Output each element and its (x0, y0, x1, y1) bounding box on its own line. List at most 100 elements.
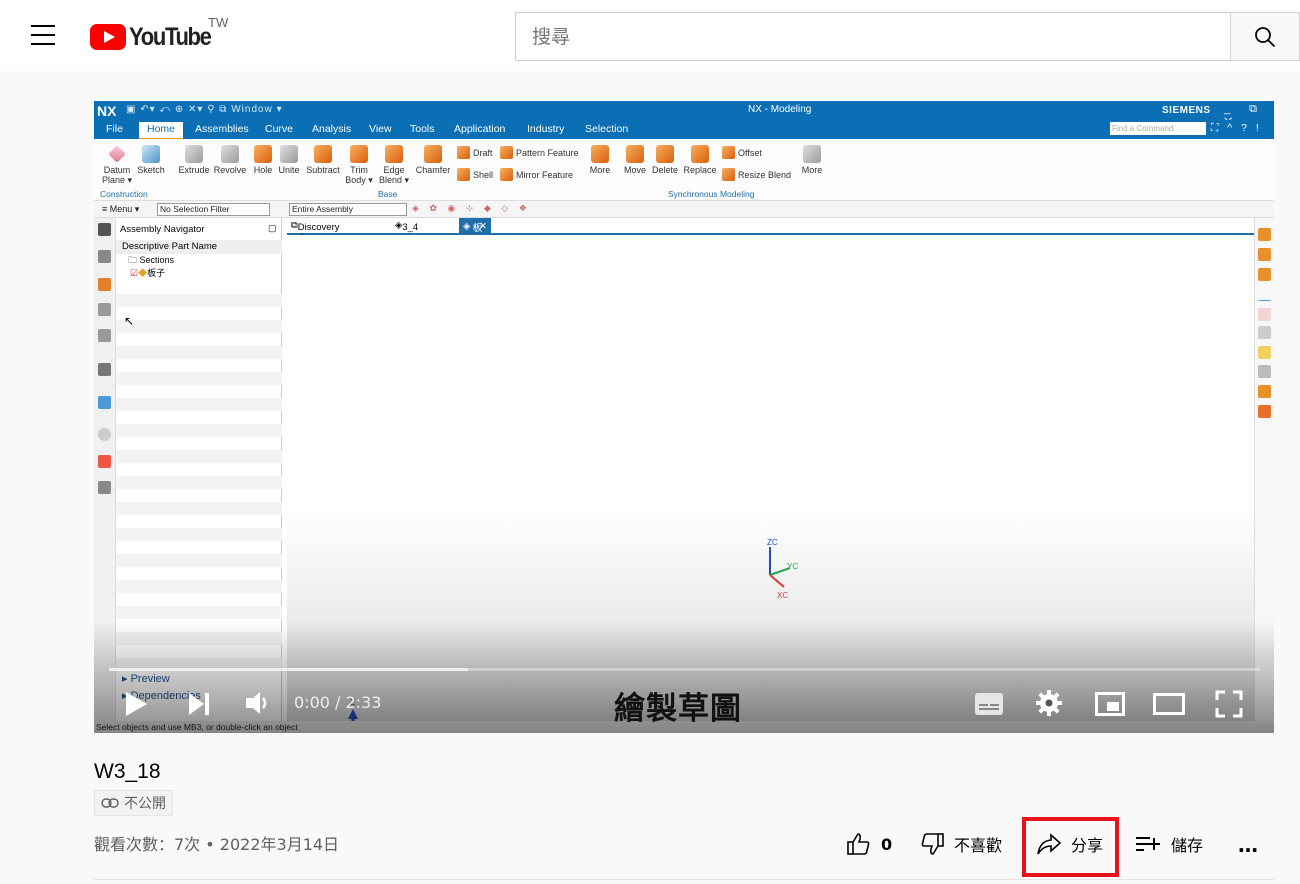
nx-sketch: Sketch (136, 143, 166, 175)
wcs-triad-icon: ZC YC XC Z Y (348, 538, 798, 728)
more-icon (591, 145, 609, 163)
youtube-logo[interactable]: YouTube TW (90, 15, 228, 52)
nx-delete: Delete (650, 143, 680, 175)
search-input[interactable] (516, 13, 1231, 60)
history-icon (98, 428, 111, 441)
zoom-icon (1258, 248, 1271, 261)
nx-tab: View (369, 123, 392, 135)
settings-button[interactable] (1035, 689, 1063, 722)
mirror-feature-icon (500, 168, 513, 181)
label: 板子 (147, 268, 166, 278)
nx-title-bar: NX ▣ ↶▾ ⤺ ⊕ ✕▾ ⚲ ⧉ Window ▾ NX - Modelin… (94, 101, 1274, 128)
next-icon (189, 693, 209, 715)
search-icon (1255, 26, 1276, 47)
nx-tab: Assemblies (195, 123, 249, 135)
nx-tab: Industry (527, 123, 565, 135)
nx-draft: Draft (457, 146, 493, 159)
delete-face-icon (656, 145, 674, 163)
nx-resize-blend: Resize Blend (722, 168, 791, 181)
draft-icon (457, 146, 470, 159)
maximize-icon: ▢ (268, 223, 277, 233)
like-button[interactable]: 0 (846, 831, 892, 857)
part-navigator-icon (98, 250, 111, 263)
nx-help-icon: ⛶ ^ ? ! (1211, 122, 1262, 134)
fullscreen-button[interactable] (1215, 690, 1243, 723)
trim-body-icon (350, 145, 368, 163)
navigator-column-header: Descriptive Part Name (116, 240, 282, 254)
nx-tab: File (106, 123, 123, 135)
stripe (116, 528, 282, 541)
web-browser-icon (98, 396, 111, 409)
share-highlight-box (1022, 817, 1119, 877)
search-button[interactable] (1230, 12, 1300, 61)
hamburger-menu-icon[interactable] (31, 25, 59, 47)
nx-revolve: Revolve (213, 143, 247, 175)
stripe (116, 372, 282, 385)
label: Delete (651, 165, 678, 175)
nx-assembly-scope: Entire Assembly (289, 203, 407, 216)
label: Hole (253, 165, 273, 175)
nx-replace: Replace (682, 143, 718, 175)
label: Menu ▾ (109, 204, 140, 214)
nx-selection-filter: No Selection Filter (157, 203, 270, 216)
stripe (116, 606, 282, 619)
playlist-add-icon (1136, 837, 1160, 851)
gear-icon (98, 223, 111, 236)
nx-menu-button: ≡ Menu ▾ (102, 204, 140, 214)
nx-chamfer: Chamfer (414, 143, 452, 175)
navigator-row-part: ☑◆板子 (116, 267, 282, 280)
nx-tab: Curve (265, 123, 294, 135)
nx-mirror-feature: Mirror Feature (500, 168, 573, 181)
tab-discovery-center: ⧉ Discovery Center (291, 220, 340, 244)
progress-bar[interactable] (109, 668, 1260, 671)
pattern-feature-icon (500, 146, 513, 159)
chapter-title: 繪製草圖 (614, 691, 742, 727)
label: Datum Plane ▾ (101, 165, 133, 185)
view-cube-icon (1258, 365, 1271, 378)
theater-mode-button[interactable] (1153, 693, 1185, 720)
dislike-label: 不喜歡 (954, 836, 1003, 855)
group-base: Base (378, 189, 398, 199)
navigator-header: Assembly Navigator (120, 224, 205, 235)
youtube-play-icon (90, 24, 126, 50)
label: Extrude (178, 165, 210, 175)
more-actions-button[interactable]: … (1238, 833, 1258, 857)
nx-quick-access: ▣ ↶▾ ⤺ ⊕ ✕▾ ⚲ ⧉ Window ▾ (126, 104, 283, 115)
nx-filter-bar: ≡ Menu ▾ No Selection Filter Entire Asse… (94, 201, 1274, 218)
render-style-icon (1258, 346, 1271, 359)
gear-icon (1036, 690, 1062, 716)
link-icon (101, 798, 119, 808)
nx-hole: Hole (251, 143, 275, 175)
extrude-icon (185, 145, 203, 163)
nx-ribbon: Datum Plane ▾ Sketch Extrude Revolve Hol… (94, 139, 1274, 201)
like-count: 0 (881, 834, 893, 854)
play-button[interactable] (124, 691, 148, 722)
unite-icon (280, 145, 298, 163)
axis-zc: ZC (767, 538, 778, 547)
shell-icon (457, 168, 470, 181)
nx-tab: Tools (410, 123, 435, 135)
more-icon (803, 145, 821, 163)
stripe (116, 346, 282, 359)
stripe (116, 502, 282, 515)
label: Chamfer (415, 165, 451, 175)
miniplayer-button[interactable] (1095, 691, 1125, 722)
time-display: 0:00 / 2:33 (294, 693, 381, 712)
save-button[interactable]: 儲存 (1134, 831, 1203, 857)
stripe (116, 398, 282, 411)
tab-part-1: ◈ 3_4雙.prt (395, 220, 426, 247)
theater-mode-icon (1153, 693, 1185, 715)
video-player[interactable]: NX ▣ ↶▾ ⤺ ⊕ ✕▾ ⚲ ⧉ Window ▾ NX - Modelin… (94, 101, 1274, 733)
nx-subtract: Subtract (304, 143, 342, 175)
label: Offset (738, 147, 762, 158)
label: Unite (278, 165, 300, 175)
dislike-button[interactable]: 不喜歡 (919, 831, 1002, 857)
edge-blend-icon (385, 145, 403, 163)
stripe (116, 424, 282, 437)
volume-button[interactable] (244, 689, 272, 722)
next-button[interactable] (187, 691, 211, 722)
nx-move: Move (621, 143, 649, 175)
subtitles-button[interactable] (974, 691, 1004, 722)
save-label: 儲存 (1171, 836, 1204, 855)
nx-snap-icons: ◈ ✿ ◉ ⊹ ◆ ◇ ❖ (412, 203, 531, 213)
